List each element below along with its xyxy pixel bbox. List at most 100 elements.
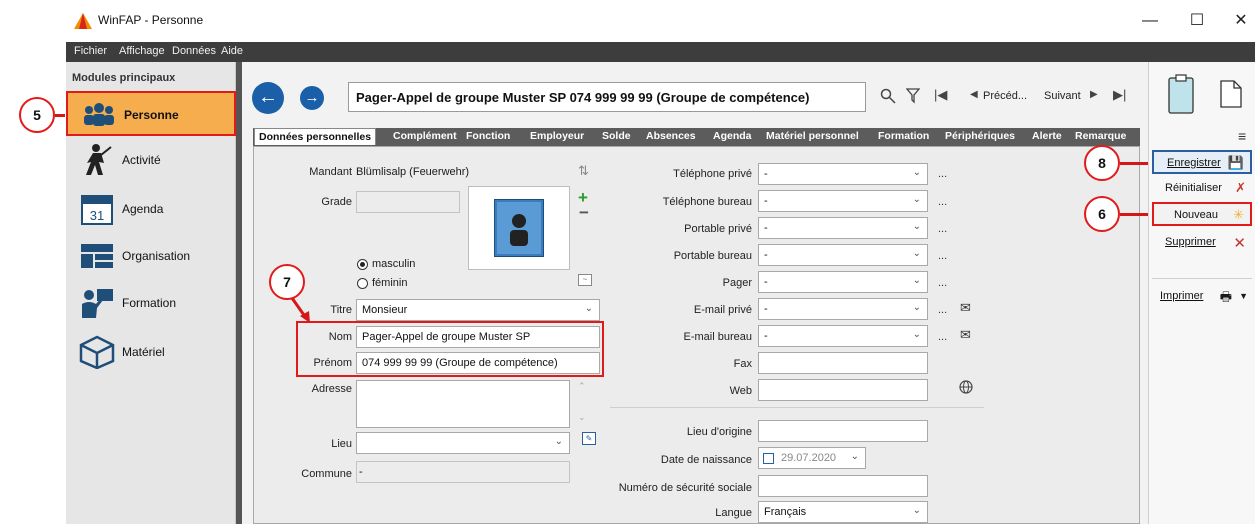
email-bureau-label: E-mail bureau bbox=[683, 331, 752, 343]
sidebar-item-personne[interactable]: Personne bbox=[66, 91, 236, 136]
adresse-textarea[interactable] bbox=[356, 380, 570, 428]
tab-donnees-personnelles[interactable]: Données personnelles bbox=[254, 128, 377, 145]
tab-materiel-personnel[interactable]: Matériel personnel bbox=[766, 130, 859, 142]
telephone-bureau-label: Téléphone bureau bbox=[662, 196, 752, 208]
mail-icon[interactable]: ✉ bbox=[960, 327, 971, 343]
search-icon[interactable] bbox=[880, 88, 896, 104]
pager-more-button[interactable]: ... bbox=[938, 277, 947, 289]
tab-absences[interactable]: Absences bbox=[646, 130, 696, 142]
sidebar-item-activite[interactable]: Activité bbox=[66, 138, 236, 183]
new-document-icon[interactable] bbox=[1220, 80, 1242, 108]
winfap-logo-icon bbox=[74, 13, 92, 29]
adresse-label: Adresse bbox=[311, 383, 352, 395]
globe-icon[interactable] bbox=[959, 380, 973, 394]
telephone-prive-more-button[interactable]: ... bbox=[938, 168, 947, 180]
lieu-origine-input[interactable] bbox=[758, 420, 928, 442]
maximize-button[interactable]: ☐ bbox=[1182, 8, 1212, 34]
people-icon bbox=[84, 103, 114, 126]
imprimer-button[interactable]: Imprimer 🖶 ▼ bbox=[1152, 285, 1252, 309]
tab-fonction[interactable]: Fonction bbox=[466, 130, 510, 142]
portable-prive-select[interactable]: - ⌄ bbox=[758, 217, 928, 239]
supprimer-button[interactable]: Supprimer ✕ bbox=[1152, 231, 1252, 255]
close-button[interactable]: ✕ bbox=[1226, 8, 1255, 34]
menu-fichier[interactable]: Fichier bbox=[74, 45, 107, 57]
fax-input[interactable] bbox=[758, 352, 928, 374]
forward-arrow-icon[interactable]: → bbox=[300, 86, 324, 110]
new-star-icon: ✳ bbox=[1233, 207, 1244, 222]
lieu-select[interactable]: ⌄ bbox=[356, 432, 570, 454]
nouveau-button[interactable]: Nouveau ✳ bbox=[1152, 202, 1252, 226]
email-prive-select[interactable]: - ⌄ bbox=[758, 298, 928, 320]
telephone-prive-select[interactable]: - ⌄ bbox=[758, 163, 928, 185]
mail-icon[interactable]: ✉ bbox=[960, 300, 971, 316]
back-arrow-icon[interactable]: ← bbox=[252, 82, 284, 114]
tab-peripheriques[interactable]: Périphériques bbox=[945, 130, 1015, 142]
secu-input[interactable] bbox=[758, 475, 928, 497]
radio-masculin-label: masculin bbox=[372, 258, 416, 270]
pager-select[interactable]: - ⌄ bbox=[758, 271, 928, 293]
last-record-icon[interactable]: ▶| bbox=[1113, 87, 1126, 103]
tab-agenda[interactable]: Agenda bbox=[713, 130, 752, 142]
date-naissance-picker[interactable]: 29.07.2020 ⌄ bbox=[758, 447, 866, 469]
sidebar-item-formation[interactable]: Formation bbox=[66, 281, 236, 326]
langue-select[interactable]: Français ⌄ bbox=[758, 501, 928, 523]
web-input[interactable] bbox=[758, 379, 928, 401]
sidebar-item-organisation[interactable]: Organisation bbox=[66, 234, 236, 279]
switch-mandant-icon[interactable]: ⇅ bbox=[578, 163, 589, 179]
next-button[interactable]: Suivant bbox=[1044, 90, 1081, 102]
portable-bureau-select[interactable]: - ⌄ bbox=[758, 244, 928, 266]
remove-photo-icon[interactable]: − bbox=[579, 203, 589, 223]
date-checkbox[interactable] bbox=[763, 453, 774, 464]
nom-prenom-highlight bbox=[296, 321, 604, 377]
clipboard-icon[interactable] bbox=[1168, 74, 1194, 114]
tab-complement[interactable]: Complément bbox=[393, 130, 457, 142]
reinitialiser-button[interactable]: Réinitialiser ✗ bbox=[1152, 177, 1252, 201]
radio-feminin[interactable] bbox=[357, 278, 368, 289]
email-bureau-select[interactable]: - ⌄ bbox=[758, 325, 928, 347]
tab-formation[interactable]: Formation bbox=[878, 130, 929, 142]
person-photo-icon bbox=[494, 199, 544, 257]
window-title: WinFAP - Personne bbox=[98, 13, 204, 27]
tab-remarque[interactable]: Remarque bbox=[1075, 130, 1126, 142]
image-edit-icon[interactable]: ~ bbox=[578, 274, 592, 286]
sidebar-item-label: Personne bbox=[124, 108, 179, 122]
sidebar-item-label: Organisation bbox=[122, 249, 191, 263]
menu-aide[interactable]: Aide bbox=[221, 45, 243, 57]
teacher-icon bbox=[82, 289, 113, 318]
tab-employeur[interactable]: Employeur bbox=[530, 130, 584, 142]
email-prive-more-button[interactable]: ... bbox=[938, 304, 947, 316]
tab-solde[interactable]: Solde bbox=[602, 130, 631, 142]
lieu-label: Lieu bbox=[331, 438, 352, 450]
box-icon bbox=[79, 335, 115, 369]
menu-icon[interactable]: ≡ bbox=[1238, 128, 1246, 144]
titre-select[interactable]: Monsieur ⌄ bbox=[356, 299, 600, 321]
sidebar-item-agenda[interactable]: 31 Agenda bbox=[66, 187, 236, 232]
save-icon: 💾 bbox=[1227, 155, 1244, 170]
prev-arrow-icon[interactable]: ◀ bbox=[970, 89, 978, 100]
enregistrer-button[interactable]: Enregistrer 💾 bbox=[1152, 150, 1252, 174]
radio-masculin[interactable] bbox=[357, 259, 368, 270]
section-divider bbox=[610, 407, 984, 408]
scroll-up-icon[interactable]: ⌃ bbox=[578, 381, 586, 392]
first-record-icon[interactable]: |◀ bbox=[934, 87, 947, 103]
menu-donnees[interactable]: Données bbox=[172, 45, 216, 57]
minimize-button[interactable]: — bbox=[1135, 8, 1165, 34]
tab-alerte[interactable]: Alerte bbox=[1032, 130, 1062, 142]
menu-affichage[interactable]: Affichage bbox=[119, 45, 165, 57]
portable-bureau-more-button[interactable]: ... bbox=[938, 250, 947, 262]
telephone-bureau-more-button[interactable]: ... bbox=[938, 196, 947, 208]
email-bureau-more-button[interactable]: ... bbox=[938, 331, 947, 343]
action-separator bbox=[1152, 278, 1252, 279]
filter-icon[interactable] bbox=[906, 88, 920, 104]
sidebar-item-materiel[interactable]: Matériel bbox=[66, 330, 236, 375]
telephone-bureau-select[interactable]: - ⌄ bbox=[758, 190, 928, 212]
edit-location-icon[interactable]: ✎ bbox=[582, 432, 596, 445]
previous-button[interactable]: Précéd... bbox=[983, 90, 1027, 102]
callout-6-arrow bbox=[1120, 213, 1148, 216]
sidebar-item-label: Activité bbox=[122, 153, 161, 167]
portable-prive-more-button[interactable]: ... bbox=[938, 223, 947, 235]
scroll-down-icon[interactable]: ⌄ bbox=[578, 412, 586, 423]
fax-label: Fax bbox=[733, 358, 752, 370]
langue-label: Langue bbox=[715, 507, 752, 519]
next-arrow-icon[interactable]: ▶ bbox=[1090, 89, 1098, 100]
